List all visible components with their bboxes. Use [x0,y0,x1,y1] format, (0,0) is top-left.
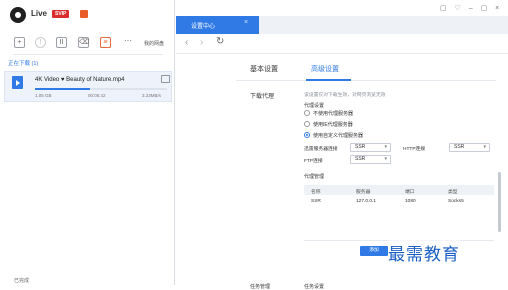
active-tab-indicator [306,79,351,81]
column-header-name: 名称 [311,190,321,195]
ftp-proxy-select[interactable]: SSR ▾ [350,155,391,164]
proxy-management-label: 代理管理 [304,174,325,180]
table-cell[interactable]: 127.0.0.1 [356,199,376,204]
watermark: 最需教育 [388,240,460,265]
ftp-connection-label: FTP连接 [304,159,323,164]
scrollbar[interactable] [498,172,501,232]
proxy-table-body [304,195,494,241]
select-value: SSR [355,156,366,162]
column-header-type: 类型 [448,190,458,195]
add-proxy-button[interactable]: 添加 [360,246,388,256]
select-value: SSR [355,144,366,150]
chevron-down-icon: ▾ [384,144,387,150]
task-file-name: 4K Video ♥ Beauty of Nature.mp4 [35,77,125,83]
tab-basic-settings[interactable]: 基本设置 [250,64,278,74]
more-button[interactable]: ··· [124,36,132,45]
task-progress-fill [35,88,91,90]
radio-label: 不使用代理服务器 [313,111,354,117]
proxy-table-header [304,185,494,195]
radio-no-proxy[interactable]: 不使用代理服务器 [304,110,353,117]
forward-icon[interactable]: › [200,37,203,48]
app-logo-icon [10,7,26,23]
delete-icon[interactable]: ⌫ [78,37,89,48]
radio-icon[interactable] [304,110,310,116]
section-description: 该设置仅对下载生效，对网页浏览无效 [304,93,386,98]
close-icon[interactable]: × [244,19,248,26]
open-folder-icon[interactable] [161,75,170,83]
task-management-label: 任务管理 [250,284,271,290]
radio-checked-icon[interactable] [304,132,310,138]
browser-nav-bar [176,34,508,54]
task-settings-label: 任务设置 [304,284,325,290]
radio-ie-proxy[interactable]: 使用IE代理服务器 [304,121,353,128]
app-name: Live [31,9,48,18]
video-file-icon [12,76,23,89]
column-header-server: 服务器 [356,190,371,195]
chevron-down-icon: ▾ [384,156,387,162]
radio-label: 使用IE代理服务器 [313,122,353,128]
column-header-port: 端口 [405,190,415,195]
my-cloud-link[interactable]: 我的网盘 [144,40,164,47]
section-title: 下载代理 [250,94,275,100]
promo-icon[interactable] [80,10,88,18]
table-cell[interactable]: Socks5 [448,199,464,204]
svip-badge[interactable]: SVIP [52,10,70,18]
tabs-divider [236,80,496,81]
xunlei-proxy-select[interactable]: SSR ▾ [350,143,391,152]
refresh-icon[interactable]: ↻ [216,36,224,47]
table-cell[interactable]: 1080 [405,199,416,204]
chevron-down-icon: ▾ [483,144,486,150]
tab-downloading[interactable]: 正在下载 (1) [8,59,38,67]
radio-icon[interactable] [304,121,310,127]
back-icon[interactable]: ‹ [185,37,188,48]
http-proxy-select[interactable]: SSR ▾ [449,143,490,152]
table-cell[interactable]: SSR [311,199,321,204]
select-value: SSR [454,144,465,150]
task-size: 1.05 GB [35,93,52,98]
tab-advanced-settings[interactable]: 高级设置 [311,64,339,74]
task-time: 00:05:42 [88,93,106,98]
window-controls[interactable]: ▢ ♡ – ▢ × [440,4,502,12]
tab-title: 设置中心 [191,24,216,30]
speedup-icon[interactable]: ≡ [100,37,111,48]
http-connection-label: HTTP连接 [403,147,426,152]
tab-completed[interactable]: 已完成 [14,277,29,284]
add-task-icon[interactable]: + [14,37,25,48]
radio-custom-proxy[interactable]: 使用自定义代理服务器 [304,132,363,139]
proxy-settings-label: 代理设置 [304,103,325,109]
pause-icon[interactable]: II [56,37,67,48]
xunlei-connection-label: 迅雷服务器连接 [304,147,338,152]
divider [13,54,163,55]
radio-label: 使用自定义代理服务器 [313,133,364,139]
task-speed: 3.23MB/s [142,93,162,98]
start-icon[interactable]: ! [35,37,46,48]
